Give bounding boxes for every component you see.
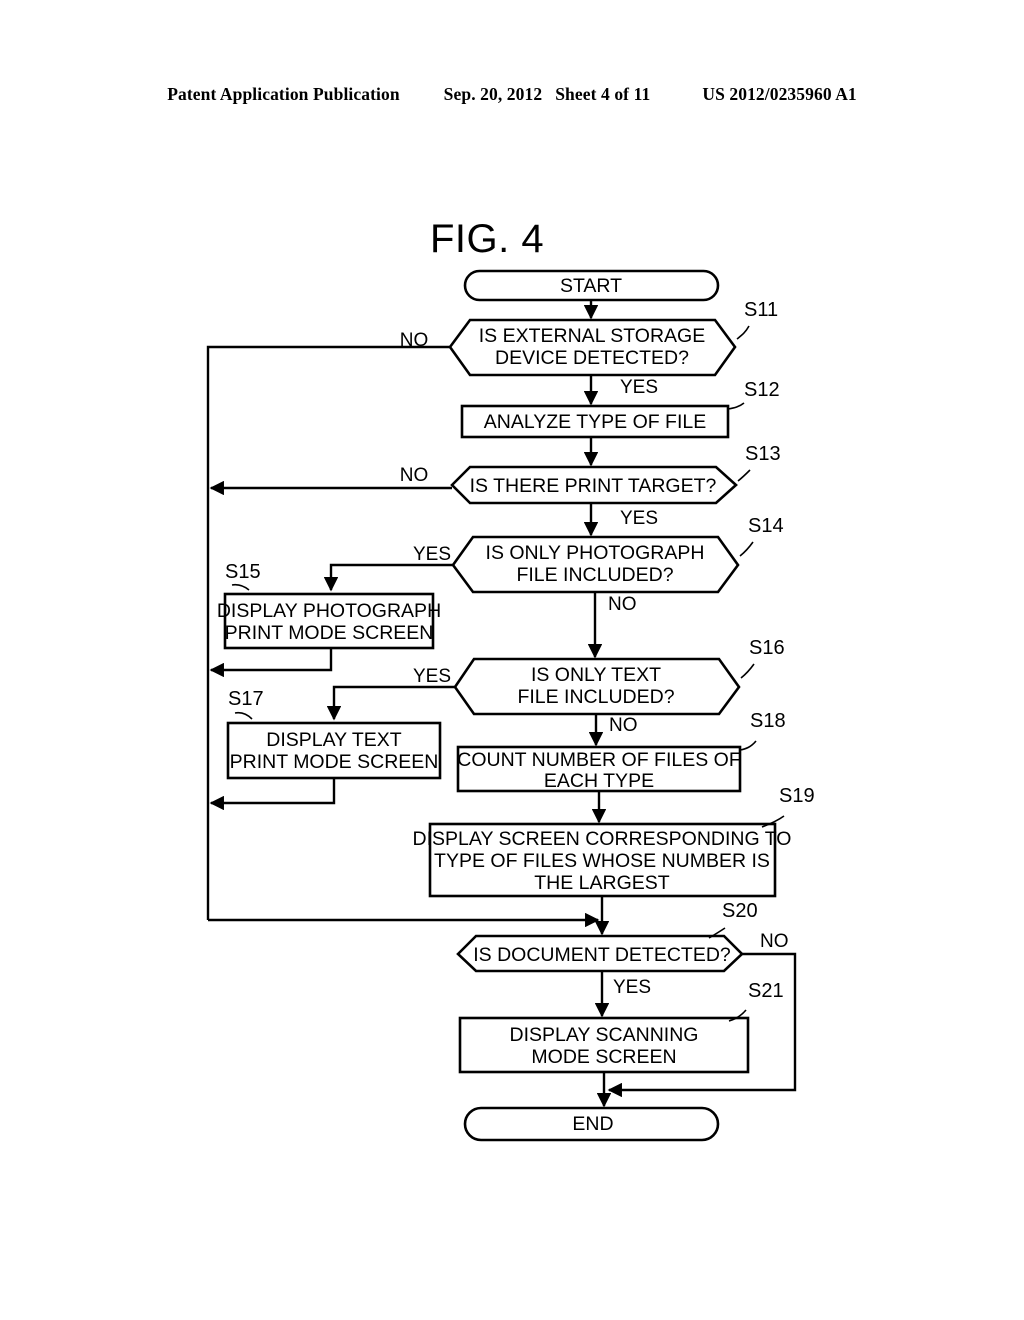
- process-s19-label-line1: DISPLAY SCREEN CORRESPONDING TO: [413, 828, 792, 850]
- edge-s16-yes: [326, 685, 455, 721]
- process-s17-label-line1: DISPLAY TEXT: [266, 729, 402, 751]
- edge-s15-to-rail: [209, 648, 333, 678]
- leader-s16: [740, 663, 755, 679]
- process-s15-label-line1: DISPLAY PHOTOGRAPH: [217, 600, 441, 622]
- edge-label-s14-yes: YES: [413, 544, 451, 565]
- process-s21-label-line1: DISPLAY SCANNING: [510, 1024, 699, 1046]
- step-label-s13: S13: [745, 443, 781, 465]
- edge-label-s11-yes: YES: [620, 377, 658, 398]
- step-label-s15: S15: [225, 561, 261, 583]
- decision-s14-label-line1: IS ONLY PHOTOGRAPH: [486, 542, 705, 564]
- patent-page: Patent Application Publication Sep. 20, …: [0, 0, 1024, 1320]
- flowchart: FIG. 4 START IS EXTERNAL STORAGE DEVICE …: [206, 217, 815, 1142]
- step-label-s20: S20: [722, 900, 758, 922]
- edge-label-s14-no: NO: [608, 594, 637, 615]
- edge-label-s20-yes: YES: [613, 977, 651, 998]
- step-label-s21: S21: [748, 980, 784, 1002]
- process-s21-label-line2: MODE SCREEN: [531, 1046, 676, 1068]
- process-s18-label-line2: EACH TYPE: [544, 770, 654, 792]
- step-label-s14: S14: [748, 515, 784, 537]
- decision-s20-label: IS DOCUMENT DETECTED?: [473, 944, 731, 966]
- process-s17-label-line2: PRINT MODE SCREEN: [230, 751, 439, 773]
- step-label-s19: S19: [779, 785, 815, 807]
- edge-label-s16-no: NO: [609, 715, 638, 736]
- figure-title: FIG. 4: [430, 217, 544, 261]
- leader-s18: [739, 740, 757, 751]
- decision-s11-label-line2: DEVICE DETECTED?: [495, 347, 689, 369]
- leader-s17: [234, 711, 253, 720]
- decision-s13-label: IS THERE PRINT TARGET?: [470, 475, 717, 497]
- step-label-s18: S18: [750, 710, 786, 732]
- leader-s11: [736, 325, 750, 340]
- edge-label-s13-yes: YES: [620, 508, 658, 529]
- step-label-s17: S17: [228, 688, 264, 710]
- start-terminator-label: START: [560, 275, 622, 297]
- edge-s14-yes: [323, 563, 453, 592]
- step-label-s12: S12: [744, 379, 780, 401]
- edge-s17-to-rail: [209, 778, 336, 811]
- leader-s14: [739, 541, 754, 557]
- end-terminator-label: END: [572, 1113, 613, 1135]
- process-s19-label-line2: TYPE OF FILES WHOSE NUMBER IS: [434, 850, 770, 872]
- step-label-s16: S16: [749, 637, 785, 659]
- edge-label-s20-no: NO: [760, 931, 789, 952]
- decision-s11-label-line1: IS EXTERNAL STORAGE: [479, 325, 705, 347]
- decision-s14-label-line2: FILE INCLUDED?: [516, 564, 673, 586]
- leader-s13: [737, 469, 751, 482]
- process-s19-label-line3: THE LARGEST: [534, 872, 670, 894]
- edge-label-s13-no: NO: [400, 465, 429, 486]
- process-s12-label: ANALYZE TYPE OF FILE: [484, 411, 707, 433]
- step-label-s11: S11: [744, 299, 778, 321]
- edge-label-s16-yes: YES: [413, 666, 451, 687]
- leader-s15: [231, 583, 250, 591]
- leader-s12: [727, 402, 745, 410]
- process-s18-label-line1: COUNT NUMBER OF FILES OF: [457, 749, 741, 771]
- process-s15-label-line2: PRINT MODE SCREEN: [225, 622, 434, 644]
- decision-s16-label-line2: FILE INCLUDED?: [517, 686, 674, 708]
- decision-s16-label-line1: IS ONLY TEXT: [531, 664, 661, 686]
